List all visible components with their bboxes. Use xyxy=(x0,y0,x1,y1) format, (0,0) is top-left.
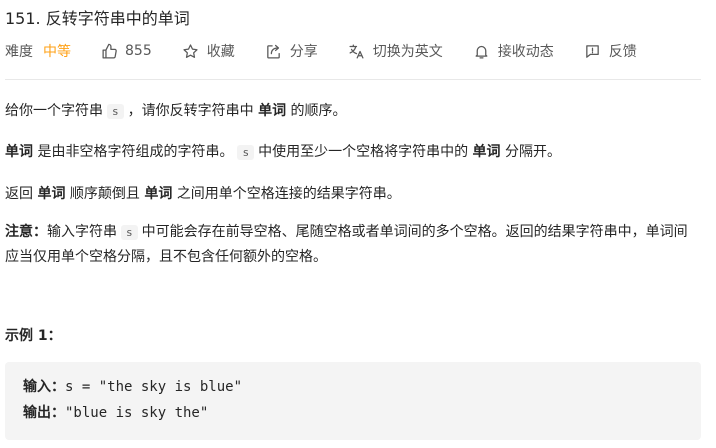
bell-icon xyxy=(475,45,488,59)
description-note: 注意：输入字符串 s 中可能会存在前导空格、尾随空格或者单词间的多个空格。返回的结果… xyxy=(5,220,701,269)
text-segment: 返回 xyxy=(5,186,33,202)
example-block: 输入：s = "the sky is blue" 输出："blue is sky… xyxy=(5,362,701,440)
bold-term: 单词 xyxy=(472,144,501,160)
inline-code: s xyxy=(237,145,255,160)
description-paragraph-2: 单词 是由非空格字符组成的字符串。 s 中使用至少一个空格将字符串中的 单词 分隔开… xyxy=(5,140,561,165)
text-segment: ，请你反转字符串中 xyxy=(127,103,254,119)
example-input-label: 输入： xyxy=(23,379,65,395)
share-button[interactable]: 分享 xyxy=(265,41,318,61)
share-icon xyxy=(266,44,280,59)
text-segment: 给你一个字符串 xyxy=(5,103,103,119)
example-output-line: 输出："blue is sky the" xyxy=(23,403,208,423)
thumbs-up-icon xyxy=(102,43,117,59)
difficulty-value: 中等 xyxy=(43,44,71,60)
text-segment: 输入字符串 xyxy=(47,224,117,240)
problem-title: 151. 反转字符串中的单词 xyxy=(5,9,190,28)
text-segment: 中使用至少一个空格将字符串中的 xyxy=(258,144,469,160)
translate-label: 切换为英文 xyxy=(372,44,443,60)
inline-code: s xyxy=(121,225,138,240)
translate-button[interactable]: 切换为英文 xyxy=(348,41,443,61)
text-segment: 分隔开。 xyxy=(504,144,561,160)
like-count: 855 xyxy=(125,43,152,59)
text-segment: 之间用单个空格连接的结果字符串。 xyxy=(176,186,401,202)
bold-term: 单词 xyxy=(144,186,173,202)
share-label: 分享 xyxy=(289,44,318,60)
example-title: 示例 1： xyxy=(5,328,62,344)
feedback-button[interactable]: 反馈 xyxy=(584,41,637,61)
bold-term: 单词 xyxy=(258,103,287,119)
example-input-value: s = "the sky is blue" xyxy=(65,379,243,395)
problem-meta-bar: 难度 中等 855 收藏 分享 切换为英文 接收动态 反馈 xyxy=(5,40,667,62)
difficulty-label: 难度 xyxy=(5,44,33,60)
text-segment: 顺序颠倒且 xyxy=(69,186,140,202)
description-paragraph-3: 返回 单词 顺序颠倒且 单词 之间用单个空格连接的结果字符串。 xyxy=(5,182,401,206)
bold-term: 单词 xyxy=(5,144,33,160)
example-output-label: 输出： xyxy=(23,405,65,421)
feedback-icon xyxy=(585,44,599,58)
like-button[interactable]: 855 xyxy=(101,43,152,60)
bold-term: 单词 xyxy=(37,186,66,202)
favorite-label: 收藏 xyxy=(206,44,235,60)
translate-icon xyxy=(349,43,364,59)
notify-button[interactable]: 接收动态 xyxy=(473,41,554,61)
text-segment: 的顺序。 xyxy=(290,103,347,119)
example-input-line: 输入：s = "the sky is blue" xyxy=(23,377,242,397)
header-divider xyxy=(5,79,701,80)
notify-label: 接收动态 xyxy=(497,44,554,60)
feedback-label: 反馈 xyxy=(608,44,637,60)
inline-code: s xyxy=(107,104,124,119)
example-output-value: "blue is sky the" xyxy=(65,405,209,421)
text-segment: 是由非空格字符组成的字符串。 xyxy=(37,144,234,160)
star-icon xyxy=(183,43,198,58)
note-label: 注意： xyxy=(5,224,47,240)
favorite-button[interactable]: 收藏 xyxy=(182,41,235,61)
description-paragraph-1: 给你一个字符串 s ，请你反转字符串中 单词 的顺序。 xyxy=(5,99,347,124)
